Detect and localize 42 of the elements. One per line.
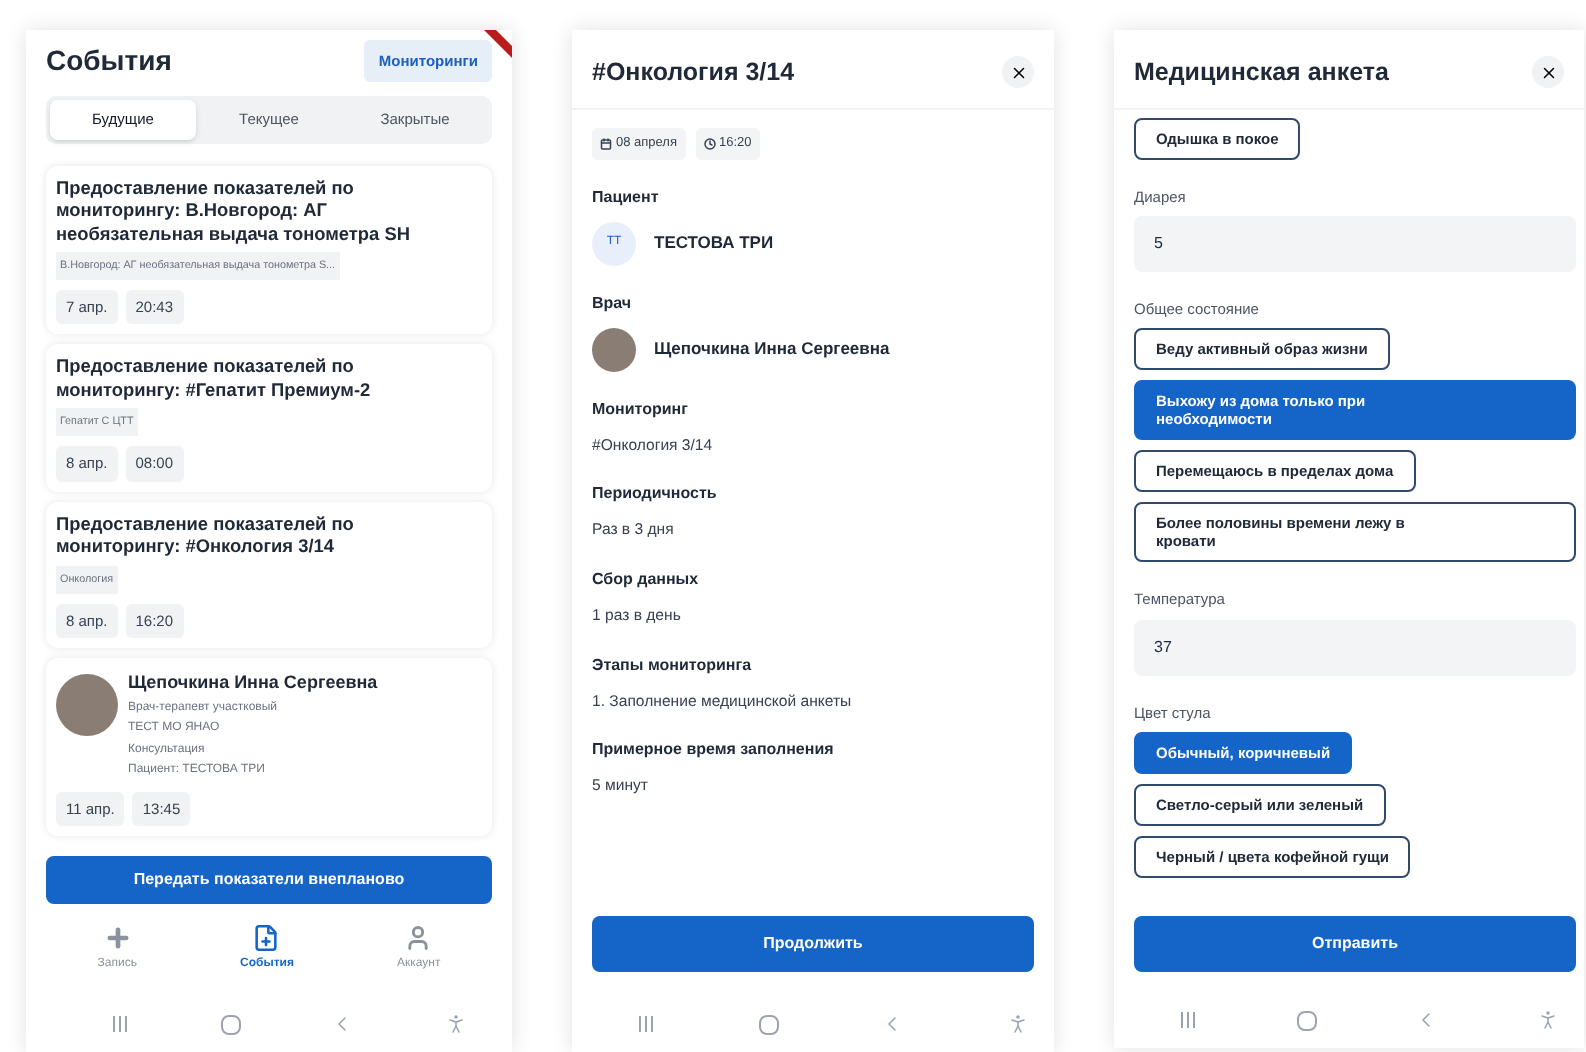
input-field[interactable]: 37 <box>1134 619 1576 675</box>
continue-button[interactable]: Продолжить <box>592 916 1034 972</box>
recent-apps-icon[interactable] <box>110 1014 130 1034</box>
event-title: Предоставление показателей по мониторингу: #Онкология 3/14 <box>56 513 356 560</box>
section-label: Врач <box>592 291 634 315</box>
input-field[interactable]: 5 <box>1134 216 1576 272</box>
patient-name: ТЕСТОВА ТРИ <box>654 230 774 256</box>
submit-readings-button[interactable]: Передать показатели внепланово <box>46 855 492 904</box>
medical-cross-icon <box>103 923 132 952</box>
section-label: Периодичность <box>592 482 719 507</box>
clock-icon <box>703 137 715 150</box>
section-label: Мониторинг <box>592 397 690 421</box>
doctor-name: Щепочкина Инна Сергеевна <box>654 336 890 362</box>
doctor-name: Щепочкина Инна Сергеевна <box>128 670 378 697</box>
avatar-placeholder <box>56 674 118 737</box>
recent-apps-icon[interactable] <box>1178 1010 1198 1030</box>
avatar-placeholder <box>592 327 636 371</box>
accessibility-icon[interactable] <box>1005 1012 1030 1036</box>
screen-title: События <box>46 42 172 81</box>
calendar-icon <box>600 137 612 150</box>
event-title: Предоставление показателей по мониторингу: #Гепатит Премиум-2 <box>56 356 373 403</box>
corner-ribbon-icon <box>484 30 512 58</box>
document-plus-icon <box>252 923 281 952</box>
sheet-title: #Онкология 3/14 <box>592 56 795 90</box>
close-icon <box>1009 63 1027 82</box>
accessibility-icon[interactable] <box>443 1012 468 1036</box>
event-title: Предоставление показателей по мониторингу: В.Новгород: АГ необязательная выдача тонометра SH <box>56 177 412 246</box>
section-label: Сбор данных <box>592 567 701 592</box>
section-label: Примерное время заполнения <box>592 738 836 763</box>
recent-apps-icon[interactable] <box>636 1014 656 1034</box>
sheet-title: Медицинская анкета <box>1134 56 1389 90</box>
home-icon[interactable] <box>219 1013 242 1035</box>
home-icon[interactable] <box>1295 1009 1318 1031</box>
close-button[interactable] <box>1532 56 1564 89</box>
home-icon[interactable] <box>757 1013 780 1035</box>
close-button[interactable] <box>1002 56 1034 89</box>
section-label: Этапы мониторинга <box>592 653 754 678</box>
close-icon <box>1539 63 1557 82</box>
section-label: Пациент <box>592 185 661 209</box>
send-button[interactable]: Отправить <box>1134 916 1576 972</box>
accessibility-icon[interactable] <box>1535 1008 1560 1032</box>
user-icon <box>404 923 433 952</box>
